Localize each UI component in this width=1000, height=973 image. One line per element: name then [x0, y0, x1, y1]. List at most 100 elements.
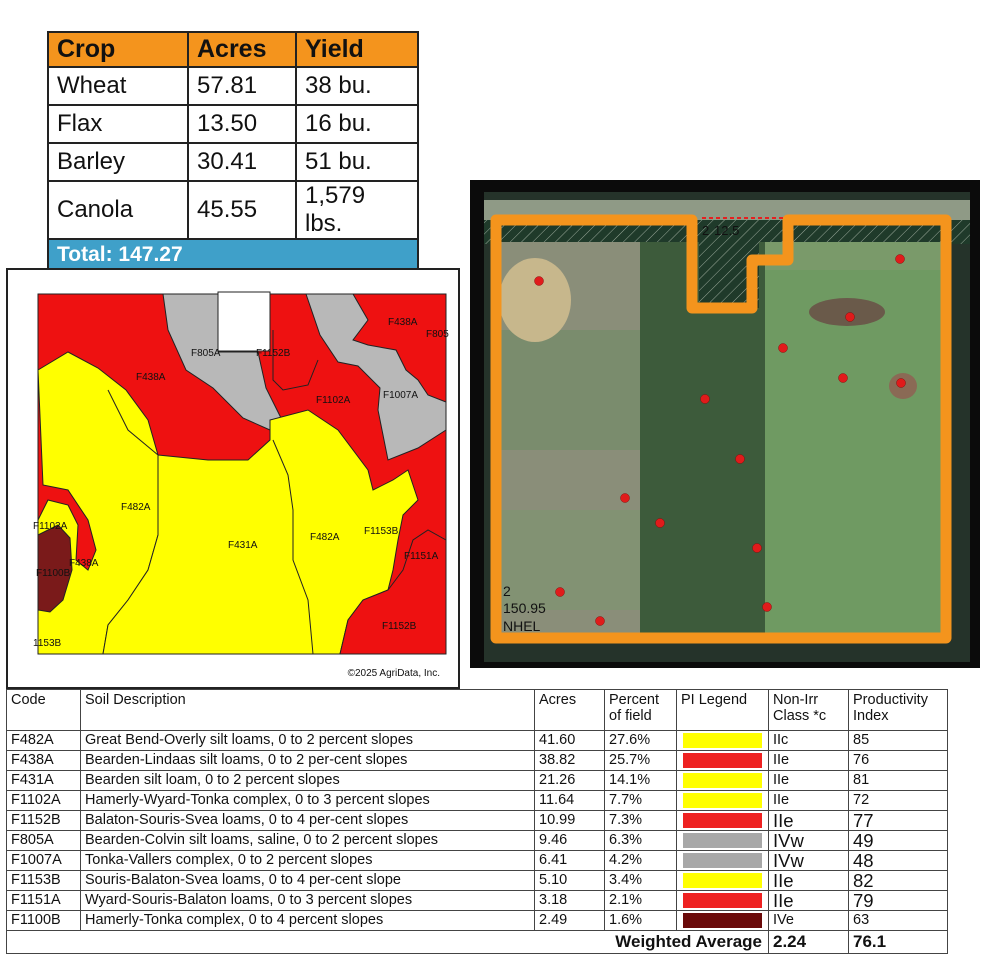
- map-copyright: ©2025 AgriData, Inc.: [347, 668, 440, 679]
- soil-class: IIe: [768, 750, 849, 771]
- pi-legend-swatch: [683, 753, 762, 768]
- map-label: F1151A: [404, 551, 439, 562]
- soil-description: Great Bend-Overly silt loams, 0 to 2 per…: [80, 730, 535, 751]
- sample-point-marker: [620, 493, 630, 503]
- map-label: F482A: [310, 532, 340, 543]
- soil-description: Bearden-Colvin silt loams, saline, 0 to …: [80, 830, 535, 851]
- soil-row: F438A Bearden-Lindaas silt loams, 0 to 2 …: [6, 750, 948, 771]
- soil-legend-cell: [676, 770, 769, 791]
- weighted-average-index: 76.1: [848, 930, 948, 954]
- map-label: 1153B: [33, 638, 62, 649]
- soil-code: F1007A: [6, 850, 81, 871]
- soil-class: IIc: [768, 730, 849, 751]
- crop-acres: 13.50: [187, 104, 297, 144]
- pi-legend-swatch: [683, 853, 762, 868]
- soil-index: 76: [848, 750, 948, 771]
- soil-legend-cell: [676, 750, 769, 771]
- soil-row: F1151A Wyard-Souris-Balaton loams, 0 to 3…: [6, 890, 948, 911]
- soil-class: IIe: [768, 770, 849, 791]
- map-label: F1100B: [36, 568, 71, 579]
- weighted-average-class: 2.24: [768, 930, 849, 954]
- soil-index: 82: [848, 870, 948, 891]
- pi-legend-swatch: [683, 813, 762, 828]
- pi-legend-swatch: [683, 913, 762, 928]
- soil-legend-cell: [676, 910, 769, 931]
- soil-table: Code Soil Description Acres Percent of f…: [6, 689, 948, 954]
- map-notch: [217, 291, 271, 352]
- soil-class: IVw: [768, 850, 849, 871]
- soil-legend-cell: [676, 830, 769, 851]
- map-label: F431A: [228, 540, 258, 551]
- map-label: F1152B: [382, 621, 417, 632]
- soil-row: F1100B Hamerly-Tonka complex, 0 to 4 perc…: [6, 910, 948, 931]
- soil-row: F1153B Souris-Balaton-Svea loams, 0 to 4 …: [6, 870, 948, 891]
- class-header: Non-Irr Class *c: [768, 689, 849, 731]
- soil-acres: 21.26: [534, 770, 605, 791]
- soil-table-header-row: Code Soil Description Acres Percent of f…: [6, 689, 948, 731]
- soil-code: F1100B: [6, 910, 81, 931]
- sample-point-marker: [655, 518, 665, 528]
- soil-row: F1152B Balaton-Souris-Svea loams, 0 to 4 …: [6, 810, 948, 831]
- field-left-green: [500, 510, 640, 610]
- soil-description: Souris-Balaton-Svea loams, 0 to 4 per-ce…: [80, 870, 535, 891]
- soil-percent: 7.7%: [604, 790, 677, 811]
- sample-point-marker: [762, 602, 772, 612]
- soil-index: 72: [848, 790, 948, 811]
- soil-description: Bearden-Lindaas silt loams, 0 to 2 per-c…: [80, 750, 535, 771]
- sample-point-marker: [778, 343, 788, 353]
- soil-map: F805A F1152B F438A F805 F438A F1102A F10…: [6, 268, 460, 689]
- crop-total: Total: 147.27: [47, 238, 419, 272]
- weighted-average-row: Weighted Average 2.24 76.1: [6, 930, 948, 954]
- soil-map-canvas: F805A F1152B F438A F805 F438A F1102A F10…: [33, 291, 449, 655]
- crop-yield: 16 bu.: [295, 104, 419, 144]
- crop-row: Barley 30.41 51 bu.: [47, 142, 419, 182]
- index-header: Productivity Index: [848, 689, 948, 731]
- map-label: F1153B: [364, 526, 399, 537]
- soil-index: 49: [848, 830, 948, 851]
- pi-legend-swatch: [683, 793, 762, 808]
- soil-row: F805A Bearden-Colvin silt loams, saline, …: [6, 830, 948, 851]
- soil-legend-cell: [676, 790, 769, 811]
- soil-description: Balaton-Souris-Svea loams, 0 to 4 per-ce…: [80, 810, 535, 831]
- soil-percent: 4.2%: [604, 850, 677, 871]
- field-left-green: [500, 330, 640, 450]
- soil-percent: 25.7%: [604, 750, 677, 771]
- crop-row: Wheat 57.81 38 bu.: [47, 66, 419, 106]
- soil-index: 81: [848, 770, 948, 791]
- crop-yield: 1,579 lbs.: [295, 180, 419, 240]
- pi-legend-swatch: [683, 833, 762, 848]
- crop-header: Crop: [47, 31, 189, 68]
- crop-row: Flax 13.50 16 bu.: [47, 104, 419, 144]
- field-number: 2: [503, 583, 511, 599]
- soil-acres: 38.82: [534, 750, 605, 771]
- crop-yield: 51 bu.: [295, 142, 419, 182]
- soil-percent: 14.1%: [604, 770, 677, 791]
- weighted-average-label: Weighted Average: [6, 930, 769, 954]
- wet-area: [809, 298, 885, 326]
- description-header: Soil Description: [80, 689, 535, 731]
- map-label: F1102A: [33, 521, 68, 532]
- yield-header: Yield: [295, 31, 419, 68]
- soil-percent: 6.3%: [604, 830, 677, 851]
- pi-legend-swatch: [683, 873, 762, 888]
- crop-yield: 38 bu.: [295, 66, 419, 106]
- percent-header: Percent of field: [604, 689, 677, 731]
- crop-acres: 45.55: [187, 180, 297, 240]
- soil-code: F1153B: [6, 870, 81, 891]
- crop-acres: 30.41: [187, 142, 297, 182]
- soil-description: Hamerly-Wyard-Tonka complex, 0 to 3 perc…: [80, 790, 535, 811]
- soil-index: 63: [848, 910, 948, 931]
- strip-acres: 12.5: [714, 223, 739, 238]
- soil-percent: 7.3%: [604, 810, 677, 831]
- aerial-canvas: 2 12.5 2 150.95 NHEL: [484, 192, 970, 662]
- soil-code: F1151A: [6, 890, 81, 911]
- crop-name: Wheat: [47, 66, 189, 106]
- sample-point-marker: [700, 394, 710, 404]
- soil-acres: 10.99: [534, 810, 605, 831]
- soil-acres: 2.49: [534, 910, 605, 931]
- pi-legend-swatch: [683, 733, 762, 748]
- map-label: F805A: [191, 348, 221, 359]
- sample-point-marker: [838, 373, 848, 383]
- sample-point-marker: [595, 616, 605, 626]
- soil-legend-cell: [676, 810, 769, 831]
